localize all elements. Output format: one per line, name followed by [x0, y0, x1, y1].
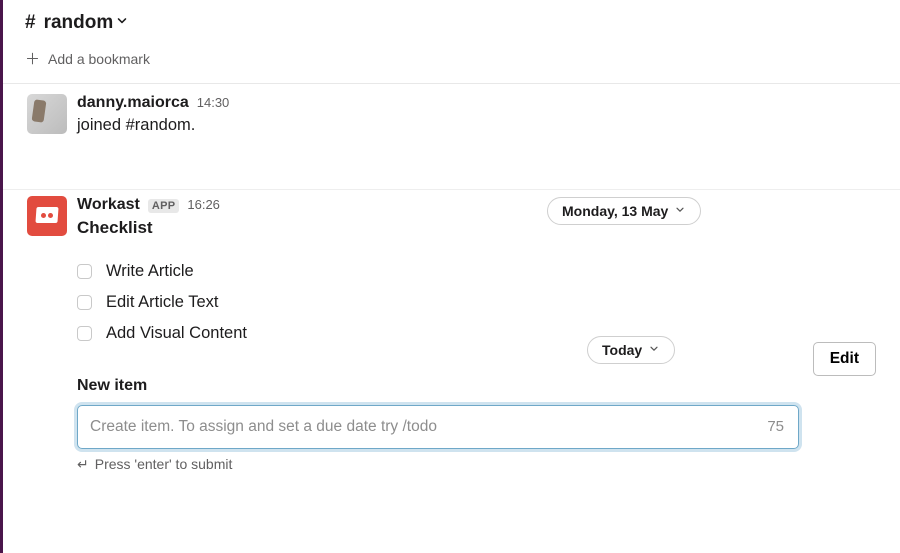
chevron-down-icon [674, 203, 686, 219]
date-divider-pill[interactable]: Monday, 13 May [547, 197, 701, 225]
add-bookmark-button[interactable]: ＋ Add a bookmark [25, 48, 150, 69]
plus-icon: ＋ [25, 48, 40, 69]
date-label: Today [602, 342, 642, 358]
checkbox[interactable] [77, 295, 92, 310]
app-avatar[interactable] [27, 196, 67, 236]
date-divider-pill[interactable]: Today [587, 336, 675, 364]
sender-name[interactable]: Workast [77, 196, 140, 214]
message-timestamp: 14:30 [197, 95, 230, 110]
avatar[interactable] [27, 94, 67, 134]
char-remaining: 75 [767, 418, 798, 435]
block-title: Checklist [77, 218, 876, 238]
checklist-item-label: Edit Article Text [106, 293, 219, 312]
new-item-label: New item [77, 377, 876, 395]
channel-switcher[interactable]: # random [25, 12, 129, 34]
chevron-down-icon [115, 12, 129, 34]
add-bookmark-label: Add a bookmark [48, 51, 150, 67]
sender-name[interactable]: danny.maiorca [77, 94, 189, 112]
checklist-item-label: Write Article [106, 262, 194, 281]
checkbox[interactable] [77, 326, 92, 341]
list-item: Edit Article Text [77, 287, 876, 318]
enter-icon: ↵ [77, 456, 89, 473]
channel-name-text: random [44, 12, 114, 34]
app-badge: APP [148, 199, 180, 213]
edit-button[interactable]: Edit [813, 342, 876, 376]
message-row: danny.maiorca 14:30 joined #random. [3, 84, 900, 146]
message-timestamp: 16:26 [187, 197, 220, 212]
checkbox[interactable] [77, 264, 92, 279]
chevron-down-icon [648, 342, 660, 358]
list-item: Add Visual Content [77, 318, 876, 349]
checklist: Write Article Edit Article Text Add Visu… [77, 256, 876, 349]
new-item-input[interactable] [78, 406, 767, 448]
new-item-input-wrap: 75 [77, 405, 799, 449]
checklist-item-label: Add Visual Content [106, 324, 247, 343]
date-label: Monday, 13 May [562, 203, 668, 219]
message-text: joined #random. [77, 113, 876, 138]
hint-text: Press 'enter' to submit [95, 456, 233, 472]
input-hint: ↵ Press 'enter' to submit [77, 456, 876, 473]
list-item: Write Article [77, 256, 876, 287]
hash-icon: # [25, 12, 36, 34]
message-row: Workast APP 16:26 Checklist Write Articl… [3, 190, 900, 473]
